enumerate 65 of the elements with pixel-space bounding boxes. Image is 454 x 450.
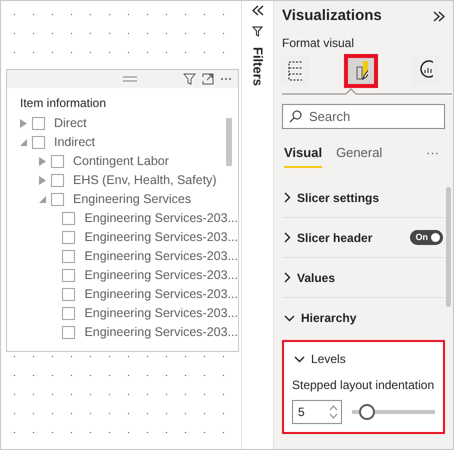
checkbox[interactable] (51, 193, 64, 206)
checkbox[interactable] (51, 155, 64, 168)
spinner-arrows-icon[interactable] (329, 404, 338, 420)
collapsed-caret-icon[interactable] (39, 176, 46, 185)
chevron-down-icon (284, 314, 295, 322)
expanded-caret-icon[interactable] (20, 139, 27, 146)
checkbox[interactable] (62, 231, 76, 244)
checkbox[interactable] (62, 212, 76, 225)
slider-thumb[interactable] (358, 404, 375, 420)
checkbox[interactable] (62, 250, 76, 263)
more-options-button[interactable]: ··· (426, 142, 439, 168)
expand-icon[interactable] (433, 10, 445, 22)
chevron-right-icon (284, 272, 291, 283)
slicer-title: Item information (19, 95, 108, 112)
section-header[interactable]: Hierarchy (282, 298, 445, 338)
tree-item-label[interactable]: Engineering Services-203... (84, 209, 238, 228)
collapsed-caret-icon[interactable] (20, 119, 27, 128)
scrollbar[interactable] (446, 187, 451, 307)
section-header[interactable]: Values (282, 258, 445, 298)
tree-item-label[interactable]: Engineering Services-203... (84, 304, 238, 323)
collapse-icon[interactable] (252, 5, 264, 16)
tree-item-label[interactable]: Engineering Services-203... (84, 247, 238, 266)
field-label: Stepped layout indentation (292, 377, 435, 394)
number-spinner[interactable]: 5 (292, 400, 342, 424)
tree-item-label[interactable]: Engineering Services-203... (84, 323, 238, 342)
more-options-icon[interactable] (220, 77, 232, 81)
section-header[interactable]: Slicer header On (282, 218, 445, 258)
tree-item-label[interactable]: Engineering Services-203... (84, 228, 238, 247)
chevron-right-icon (284, 232, 291, 243)
collapsed-caret-icon[interactable] (39, 157, 46, 166)
search-icon (289, 110, 302, 122)
toggle-switch[interactable]: On (410, 230, 443, 246)
chevron-down-icon (294, 356, 305, 362)
search-field[interactable]: Search (282, 104, 445, 128)
section-header[interactable]: Slicer settings (282, 178, 445, 218)
checkbox[interactable] (62, 326, 76, 339)
checkbox[interactable] (62, 307, 76, 320)
chevron-right-icon (284, 192, 291, 203)
expanded-caret-icon[interactable] (39, 196, 46, 203)
tree-item-label[interactable]: Contingent Labor (73, 152, 169, 171)
checkbox[interactable] (32, 117, 45, 130)
tree-item-label[interactable]: Engineering Services-203... (84, 266, 238, 285)
analytics-icon[interactable] (411, 56, 441, 86)
filters-pane-label[interactable]: Filters (248, 47, 268, 86)
tab[interactable]: General (336, 142, 382, 168)
fields-icon[interactable] (280, 56, 310, 86)
focus-mode-icon[interactable] (202, 73, 214, 85)
drag-handle-icon[interactable] (123, 76, 137, 82)
tree-item-label[interactable]: Engineering Services (73, 190, 192, 209)
tree-item-label[interactable]: Engineering Services-203... (84, 285, 238, 304)
pane-subtitle: Format visual (282, 34, 356, 52)
tab[interactable]: Visual (284, 142, 322, 168)
filter-icon (252, 26, 263, 37)
checkbox[interactable] (62, 269, 76, 282)
tree-item-label[interactable]: Direct (54, 114, 87, 133)
checkbox[interactable] (62, 288, 76, 301)
tree-item-label[interactable]: Indirect (54, 133, 95, 152)
pane-title: Visualizations (282, 6, 382, 26)
format-brush-icon[interactable] (346, 56, 376, 86)
checkbox[interactable] (32, 136, 45, 149)
filter-icon[interactable] (183, 73, 196, 85)
checkbox[interactable] (51, 174, 64, 187)
scrollbar[interactable] (226, 118, 232, 166)
section-header[interactable]: Levels (292, 348, 435, 370)
tree-item-label[interactable]: EHS (Env, Health, Safety) (73, 171, 217, 190)
